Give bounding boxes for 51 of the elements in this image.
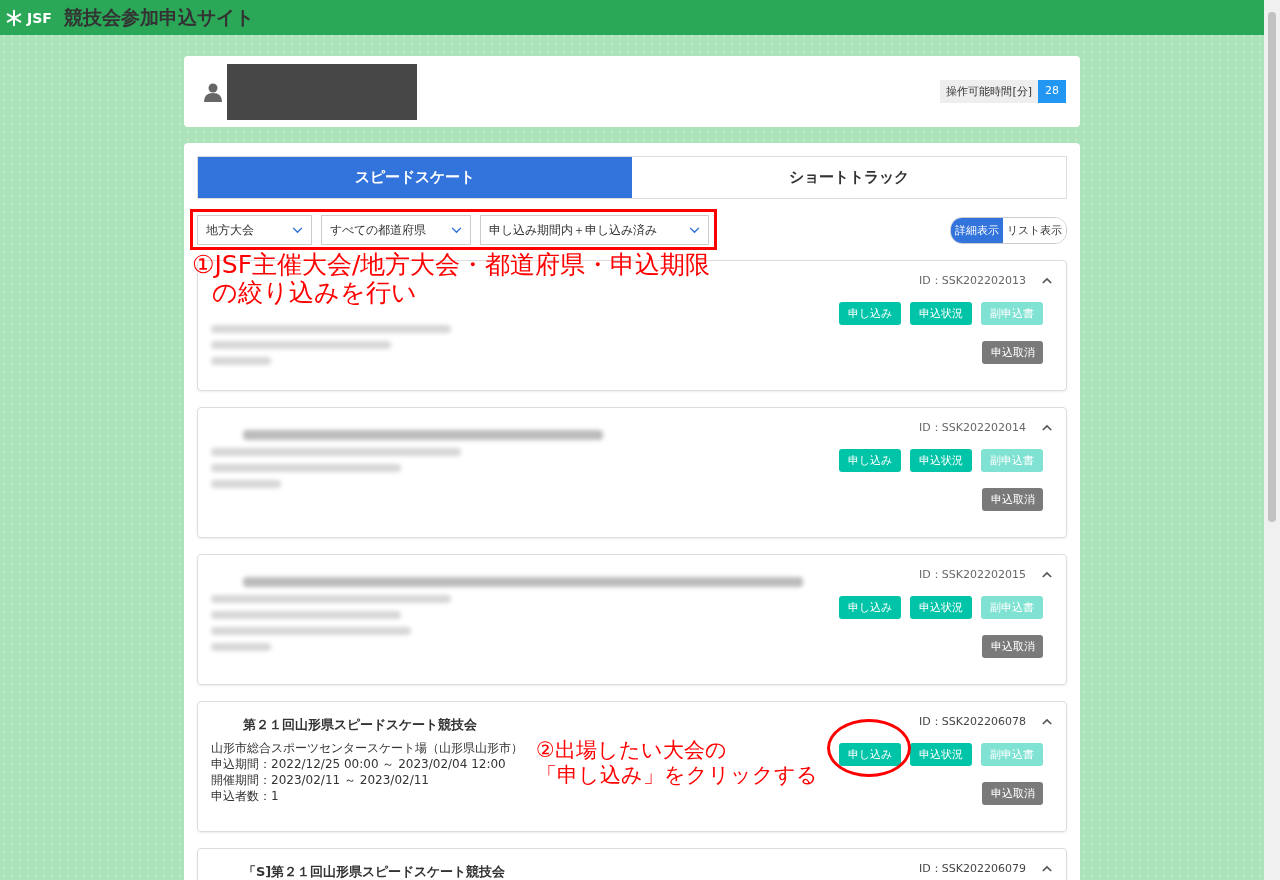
competition-title: 第２１回山形県スピードスケート競技会	[243, 716, 478, 734]
filter-dropdown[interactable]: 地方大会	[197, 215, 312, 245]
time-label: 操作可能時間[分]	[940, 80, 1038, 103]
chevron-up-icon[interactable]	[1042, 277, 1052, 284]
annotation-text: 「申し込み」をクリックする	[536, 763, 818, 788]
blurred-text	[211, 480, 281, 488]
cancel-button[interactable]: 申込取消	[982, 488, 1043, 511]
logo-text: JSF	[27, 9, 52, 26]
annotation-text: ②出場したい大会の	[536, 738, 727, 763]
chevron-up-icon[interactable]	[1042, 571, 1052, 578]
action-button[interactable]: 申込状況	[910, 449, 972, 472]
competition-id: ID：SSK202202013	[919, 273, 1026, 288]
competition-id: ID：SSK202206079	[919, 861, 1026, 876]
competition-id: ID：SSK202202015	[919, 567, 1026, 582]
action-button[interactable]: 申込状況	[910, 743, 972, 766]
competition-id: ID：SSK202206078	[919, 714, 1026, 729]
annotation-text: ①JSF主催大会/地方大会・都道府県・申込期限	[192, 251, 711, 279]
action-button[interactable]: 申し込み	[839, 449, 901, 472]
competition-title: 「S]第２１回山形県スピードスケート競技会	[243, 863, 507, 880]
chevron-down-icon	[292, 226, 303, 234]
action-button[interactable]: 申込状況	[910, 596, 972, 619]
competition-detail: 山形市総合スポーツセンタースケート場（山形県山形市）	[211, 740, 523, 756]
cancel-button[interactable]: 申込取消	[982, 341, 1043, 364]
annotation-text: の絞り込みを行い	[212, 279, 417, 307]
filter-dropdown[interactable]: 申し込み期間内＋申し込み済み	[480, 215, 709, 245]
competition-detail: 開催期間：2023/02/11 ～ 2023/02/11	[211, 772, 429, 788]
chevron-down-icon	[689, 226, 700, 234]
blurred-text	[211, 357, 271, 365]
competition-detail: 申込者数：1	[211, 788, 279, 804]
sport-tab[interactable]: スピードスケート	[198, 157, 632, 198]
site-title: 競技会参加申込サイト	[63, 4, 254, 30]
competition-id: ID：SSK202202014	[919, 420, 1026, 435]
action-button[interactable]: 申し込み	[839, 596, 901, 619]
action-button[interactable]: 申込状況	[910, 302, 972, 325]
chevron-up-icon[interactable]	[1042, 718, 1052, 725]
action-button[interactable]: 申し込み	[839, 302, 901, 325]
blurred-text	[211, 643, 271, 651]
cancel-button[interactable]: 申込取消	[982, 782, 1043, 805]
scrollbar-thumb[interactable]	[1268, 12, 1276, 522]
filter-dropdown[interactable]: すべての都道府県	[321, 215, 471, 245]
user-icon	[203, 81, 223, 102]
snowflake-logo-icon	[5, 8, 23, 27]
chevron-up-icon[interactable]	[1042, 865, 1052, 872]
competition-detail: 申込期間：2022/12/25 00:00 ～ 2023/02/04 12:00	[211, 756, 506, 772]
cancel-button[interactable]: 申込取消	[982, 635, 1043, 658]
chevron-up-icon[interactable]	[1042, 424, 1052, 431]
view-toggle[interactable]: 詳細表示	[951, 217, 1003, 243]
action-button[interactable]: 申し込み	[839, 743, 901, 766]
time-badge: 28	[1038, 80, 1066, 103]
chevron-down-icon	[451, 226, 462, 234]
scrollbar[interactable]	[1264, 0, 1280, 880]
